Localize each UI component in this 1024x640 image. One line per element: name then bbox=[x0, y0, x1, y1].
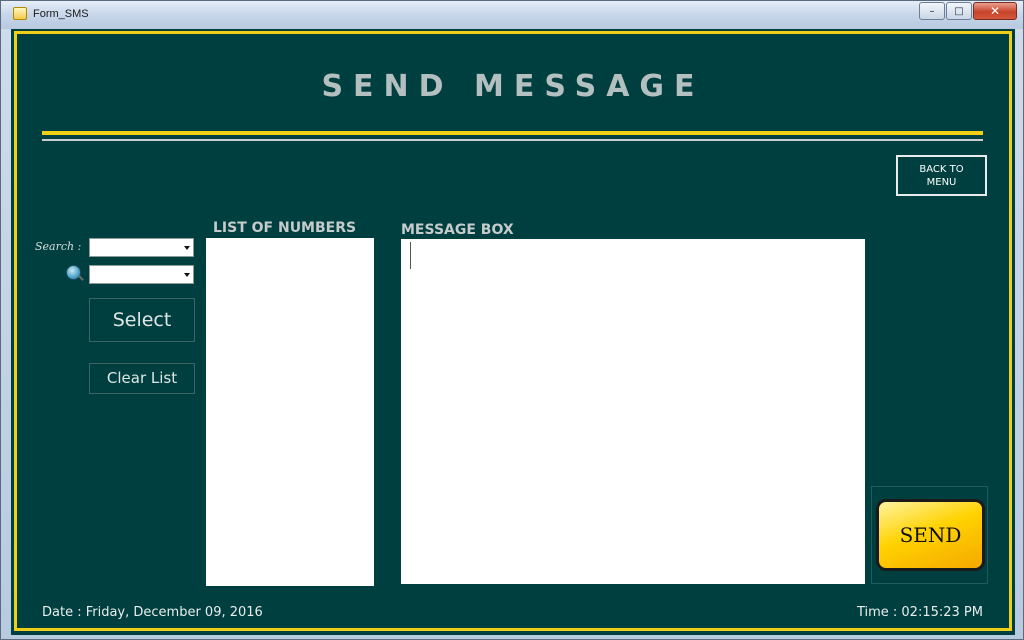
app-window: Form_SMS – □ ✕ SEND MESSAGE BACK TO MENU… bbox=[0, 0, 1024, 640]
message-box-title: MESSAGE BOX bbox=[401, 222, 514, 238]
chevron-down-icon[interactable] bbox=[184, 246, 190, 250]
title-divider-silver bbox=[42, 139, 983, 141]
form-client-area: SEND MESSAGE BACK TO MENU Search : Selec… bbox=[11, 29, 1015, 635]
clear-list-button[interactable]: Clear List bbox=[89, 363, 195, 394]
message-textarea[interactable] bbox=[401, 239, 865, 584]
time-label: Time : 02:15:23 PM bbox=[856, 605, 983, 620]
page-title: SEND MESSAGE bbox=[321, 69, 705, 104]
send-button-frame: SEND bbox=[871, 486, 988, 584]
search-combo-secondary[interactable] bbox=[89, 265, 194, 284]
search-label: Search : bbox=[35, 240, 82, 253]
select-button[interactable]: Select bbox=[89, 298, 195, 342]
numbers-listbox[interactable] bbox=[206, 238, 374, 586]
title-divider-gold bbox=[42, 131, 983, 135]
magnifier-icon bbox=[66, 265, 81, 280]
app-icon bbox=[13, 7, 27, 20]
back-button-line2: MENU bbox=[926, 177, 957, 188]
close-button[interactable]: ✕ bbox=[973, 2, 1017, 20]
date-label: Date : Friday, December 09, 2016 bbox=[42, 605, 263, 620]
window-title: Form_SMS bbox=[33, 8, 89, 20]
numbers-list-title: LIST OF NUMBERS bbox=[213, 220, 357, 236]
maximize-button[interactable]: □ bbox=[946, 2, 972, 20]
back-button-line1: BACK TO bbox=[919, 164, 964, 175]
text-caret bbox=[410, 242, 411, 269]
minimize-button[interactable]: – bbox=[919, 2, 945, 20]
send-button[interactable]: SEND bbox=[876, 499, 985, 571]
search-combo-primary[interactable] bbox=[89, 238, 194, 257]
window-controls: – □ ✕ bbox=[918, 2, 1017, 20]
title-bar[interactable]: Form_SMS – □ ✕ bbox=[1, 1, 1023, 29]
back-to-menu-button[interactable]: BACK TO MENU bbox=[896, 155, 987, 196]
chevron-down-icon[interactable] bbox=[184, 273, 190, 277]
